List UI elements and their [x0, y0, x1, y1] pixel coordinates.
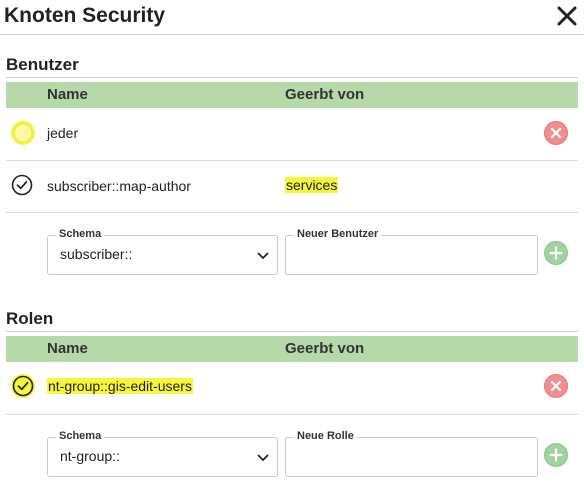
empty-circle-icon[interactable]	[11, 121, 35, 145]
chevron-down-icon	[257, 450, 269, 462]
chevron-down-icon	[257, 248, 269, 260]
schema-value: nt-group::	[60, 448, 120, 464]
column-header-inherited: Geerbt von	[285, 86, 365, 103]
role-row: nt-group::gis-edit-users	[6, 362, 578, 415]
user-name: jeder	[47, 125, 79, 141]
delete-icon[interactable]	[544, 374, 568, 398]
new-role-label: Neue Rolle	[294, 430, 357, 442]
new-user-input[interactable]: Neuer Benutzer	[285, 228, 538, 275]
dialog-title: Knoten Security	[4, 4, 166, 27]
users-section-title: Benutzer	[6, 55, 79, 74]
user-row: subscriber::map-author services	[6, 161, 578, 213]
roles-table-header: Name Geerbt von	[6, 336, 578, 362]
delete-icon[interactable]	[544, 121, 568, 145]
section-divider	[6, 331, 578, 332]
column-header-name: Name	[47, 340, 88, 357]
schema-select[interactable]: Schema subscriber::	[47, 228, 278, 275]
knoten-security-dialog: Knoten Security Benutzer Name Geerbt von…	[0, 0, 584, 486]
new-user-label: Neuer Benutzer	[294, 228, 382, 240]
user-row: jeder	[6, 108, 578, 161]
user-name: subscriber::map-author	[47, 178, 191, 194]
close-icon[interactable]	[556, 5, 578, 27]
column-header-name: Name	[47, 86, 88, 103]
inherited-from: services	[285, 177, 339, 193]
schema-label: Schema	[56, 430, 105, 442]
schema-select[interactable]: Schema nt-group::	[47, 430, 278, 477]
column-header-inherited: Geerbt von	[285, 340, 365, 357]
add-user-button[interactable]	[544, 241, 568, 265]
schema-value: subscriber::	[60, 246, 133, 262]
dialog-titlebar: Knoten Security	[0, 0, 584, 35]
role-name: nt-group::gis-edit-users	[47, 378, 193, 394]
schema-label: Schema	[56, 228, 105, 240]
section-divider	[6, 77, 578, 78]
check-circle-icon[interactable]	[11, 374, 35, 398]
users-table-header: Name Geerbt von	[6, 82, 578, 108]
roles-section-title: Rolen	[6, 309, 54, 328]
check-circle-icon[interactable]	[11, 174, 33, 196]
add-role-button[interactable]	[544, 443, 568, 467]
new-role-input[interactable]: Neue Rolle	[285, 430, 538, 477]
